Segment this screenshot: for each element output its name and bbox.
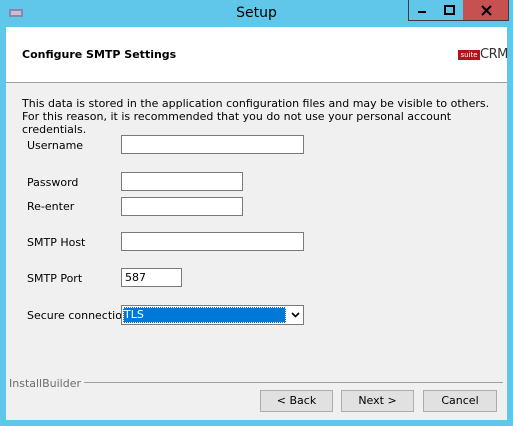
smtp-host-field[interactable] — [121, 232, 304, 251]
reenter-label: Re-enter — [27, 200, 75, 213]
username-field[interactable] — [121, 135, 304, 154]
username-label: Username — [27, 139, 84, 152]
secure-connection-label: Secure connection — [27, 309, 129, 322]
window-controls-frame — [408, 0, 509, 21]
next-button[interactable]: Next > — [341, 390, 414, 412]
password-field[interactable] — [121, 172, 243, 191]
smtp-port-label: SMTP Port — [27, 272, 83, 285]
back-button[interactable]: < Back — [260, 390, 333, 412]
page-title: Configure SMTP Settings — [22, 48, 177, 61]
wizard-client-area: Configure SMTP Settings suite CRM This d… — [6, 27, 508, 420]
logo-suite-text: suite — [458, 50, 480, 60]
secure-connection-select[interactable]: TLS — [121, 305, 304, 325]
installbuilder-label: InstallBuilder — [9, 377, 85, 390]
suitecrm-logo: suite CRM — [458, 47, 508, 63]
title-bar[interactable]: Setup — [0, 0, 513, 27]
description-text: This data is stored in the application c… — [22, 97, 490, 136]
setup-window: Setup Configure SMTP Settings suite CRM — [0, 0, 513, 426]
wizard-header: Configure SMTP Settings suite CRM — [6, 27, 508, 83]
cancel-button[interactable]: Cancel — [423, 390, 497, 412]
dropdown-button[interactable] — [288, 307, 302, 323]
smtp-port-field[interactable]: 587 — [121, 268, 182, 287]
smtp-host-label: SMTP Host — [27, 236, 86, 249]
chevron-down-icon — [290, 312, 300, 318]
logo-crm-text: CRM — [480, 47, 508, 62]
secure-connection-value: TLS — [123, 307, 286, 323]
password-label: Password — [27, 176, 79, 189]
reenter-password-field[interactable] — [121, 197, 243, 216]
